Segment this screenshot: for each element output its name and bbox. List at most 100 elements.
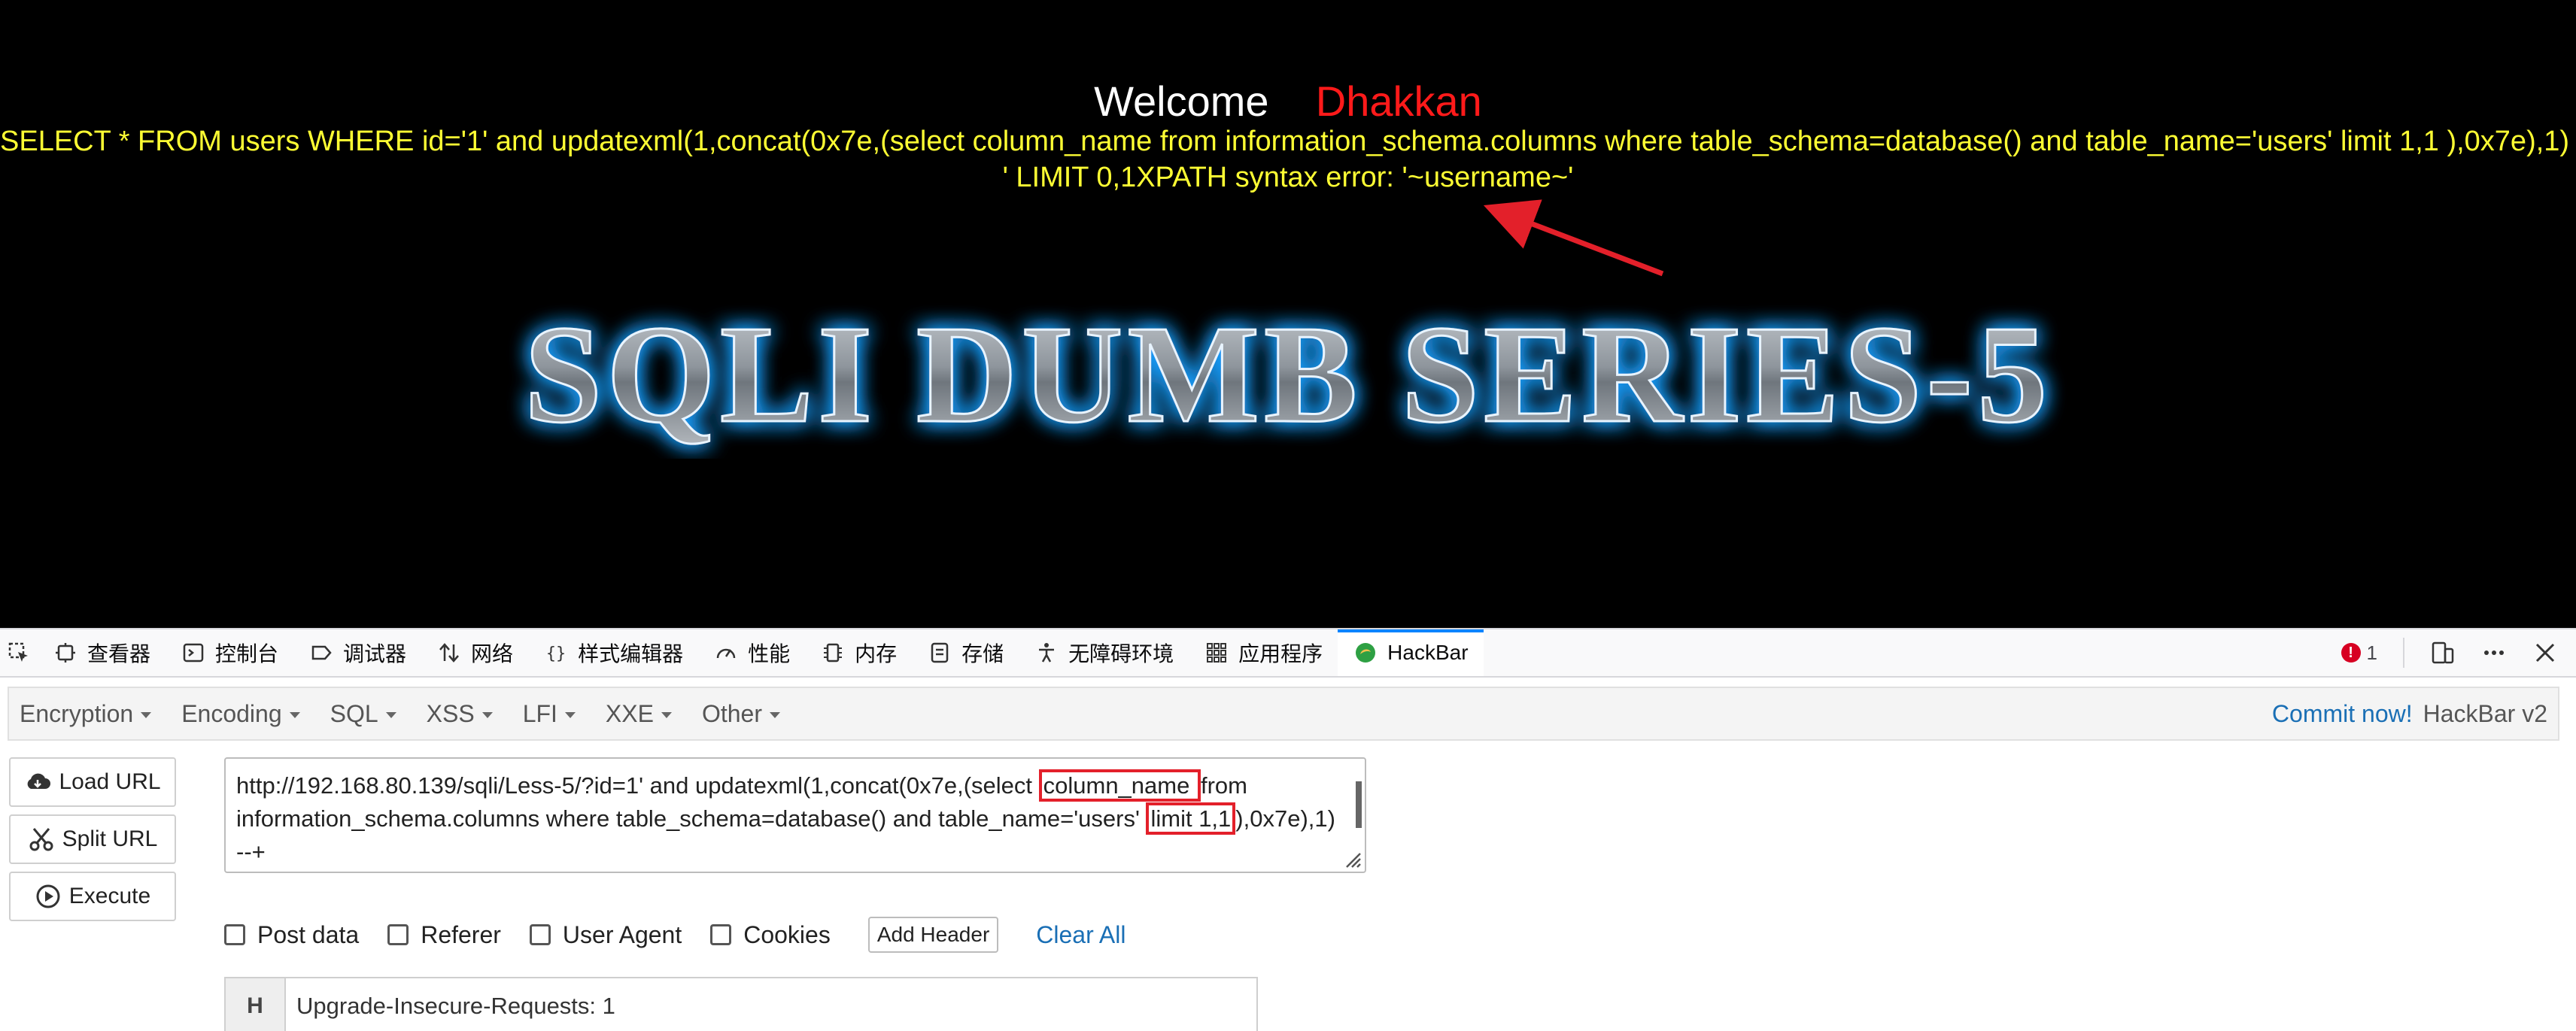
checkbox-box[interactable]	[224, 924, 245, 945]
close-icon[interactable]	[2532, 640, 2558, 666]
menu-sql[interactable]: SQL	[330, 700, 396, 728]
tab-label: 调试器	[343, 642, 407, 666]
storage-icon	[931, 642, 949, 663]
menu-label: XXE	[605, 699, 654, 727]
tab-inspector[interactable]: 查看器	[38, 629, 166, 676]
tab-console[interactable]: 控制台	[166, 629, 293, 676]
hackbar-version: HackBar v2	[2423, 699, 2547, 727]
add-header-button[interactable]: Add Header	[867, 917, 999, 953]
highlight-column-name: column_name	[1038, 769, 1201, 802]
menu-lfi[interactable]: LFI	[523, 700, 576, 728]
load-url-button[interactable]: Load URL	[9, 757, 176, 807]
button-label: Split URL	[62, 826, 158, 851]
menu-label: Encoding	[181, 699, 282, 727]
menu-xss[interactable]: XSS	[427, 700, 493, 728]
menu-label: Other	[701, 699, 762, 727]
more-options-icon[interactable]	[2481, 640, 2507, 666]
caret-down-icon	[661, 712, 672, 718]
menu-other[interactable]: Other	[702, 700, 780, 728]
inspector-icon	[56, 643, 75, 663]
cookies-checkbox[interactable]: Cookies	[710, 921, 831, 949]
tab-label: 无障碍环境	[1068, 642, 1174, 666]
toolbar-divider	[2403, 638, 2404, 668]
post-data-checkbox[interactable]: Post data	[224, 921, 359, 949]
accessibility-icon	[1039, 643, 1055, 663]
menu-encoding[interactable]: Encoding	[181, 699, 300, 728]
tab-label: 内存	[855, 642, 898, 666]
tab-label: 查看器	[87, 642, 151, 666]
caret-down-icon	[385, 712, 396, 718]
network-icon	[439, 643, 459, 663]
tab-debugger[interactable]: 调试器	[293, 629, 421, 676]
tab-label: 控制台	[215, 642, 279, 666]
menu-encryption[interactable]: Encryption	[20, 699, 152, 728]
tab-storage[interactable]: 存储	[912, 629, 1019, 676]
tab-label: 网络	[471, 642, 514, 666]
play-circle-icon	[36, 884, 60, 908]
menu-label: LFI	[522, 699, 557, 727]
checkbox-box[interactable]	[529, 924, 551, 945]
menu-label: XSS	[426, 699, 475, 727]
url-segment: http://192.168.80.139/sqli/Less-5/?id=1'…	[236, 772, 1039, 799]
tab-label: 应用程序	[1238, 642, 1323, 666]
tab-label: HackBar	[1387, 641, 1469, 664]
execute-button[interactable]: Execute	[9, 872, 176, 921]
style-editor-icon: {}	[546, 644, 567, 663]
hackbar-icon	[1356, 643, 1376, 663]
error-counter[interactable]: ! 1	[2341, 641, 2377, 665]
tab-application[interactable]: 应用程序	[1189, 629, 1338, 676]
element-picker-icon[interactable]	[0, 629, 38, 676]
button-label: Load URL	[59, 769, 161, 794]
tab-network[interactable]: 网络	[421, 629, 528, 676]
debugger-icon	[311, 645, 332, 660]
console-icon	[183, 643, 204, 663]
memory-icon	[824, 643, 843, 663]
clear-all-link[interactable]: Clear All	[1036, 921, 1125, 949]
header-tag: H	[226, 978, 286, 1031]
page-content: Welcome Dhakkan SELECT * FROM users WHER…	[0, 0, 2576, 628]
caret-down-icon	[481, 712, 493, 718]
button-label: Execute	[68, 884, 151, 908]
tab-label: 性能	[748, 642, 791, 666]
cloud-download-icon	[28, 773, 51, 789]
commit-now-link[interactable]: Commit now!	[2272, 700, 2413, 728]
checkbox-label: Referer	[421, 920, 501, 948]
caret-down-icon	[289, 712, 300, 718]
caret-down-icon	[564, 712, 576, 718]
menu-label: SQL	[330, 699, 378, 727]
banner-title: SQLI DUMB SERIES-5	[524, 297, 2052, 452]
split-url-button[interactable]: Split URL	[9, 814, 176, 864]
application-icon	[1207, 643, 1227, 663]
sqli-dumb-series-banner: SQLI DUMB SERIES-5	[523, 296, 2052, 453]
textarea-scrollbar[interactable]	[1356, 781, 1362, 828]
tab-performance[interactable]: 性能	[698, 629, 805, 676]
svg-text:{}: {}	[546, 644, 567, 663]
url-textarea[interactable]: http://192.168.80.139/sqli/Less-5/?id=1'…	[224, 757, 1366, 873]
resize-grip-icon[interactable]	[1341, 848, 1362, 869]
responsive-design-icon[interactable]	[2430, 640, 2456, 666]
tab-label: 样式编辑器	[578, 642, 684, 666]
tab-hackbar[interactable]: HackBar	[1338, 629, 1484, 676]
highlight-limit: limit 1,1	[1146, 802, 1236, 835]
tab-label: 存储	[961, 642, 1004, 666]
checkbox-box[interactable]	[387, 924, 409, 945]
referer-checkbox[interactable]: Referer	[387, 921, 501, 949]
header-value-input[interactable]: Upgrade-Insecure-Requests: 1	[286, 978, 615, 1031]
tab-memory[interactable]: 内存	[805, 629, 912, 676]
hackbar-menu: Encryption Encoding SQL XSS LFI XXE Othe…	[8, 687, 2559, 741]
checkbox-label: Cookies	[743, 920, 831, 948]
checkbox-box[interactable]	[710, 924, 732, 945]
scissors-icon	[29, 828, 53, 851]
menu-xxe[interactable]: XXE	[606, 700, 672, 728]
checkbox-label: User Agent	[562, 920, 682, 948]
tab-style-editor[interactable]: {} 样式编辑器	[528, 629, 698, 676]
caret-down-icon	[769, 712, 780, 718]
header-row: H Upgrade-Insecure-Requests: 1	[224, 977, 1258, 1031]
checkbox-label: Post data	[257, 920, 360, 948]
tab-accessibility[interactable]: 无障碍环境	[1019, 629, 1189, 676]
user-agent-checkbox[interactable]: User Agent	[529, 920, 682, 949]
caret-down-icon	[141, 712, 152, 718]
menu-label: Encryption	[20, 699, 134, 727]
devtools-toolbar: 查看器 控制台 调试器 网络 {} 样式编辑器 性能 内存 存储 无障碍环境 应…	[0, 628, 2576, 678]
performance-icon	[716, 648, 736, 659]
